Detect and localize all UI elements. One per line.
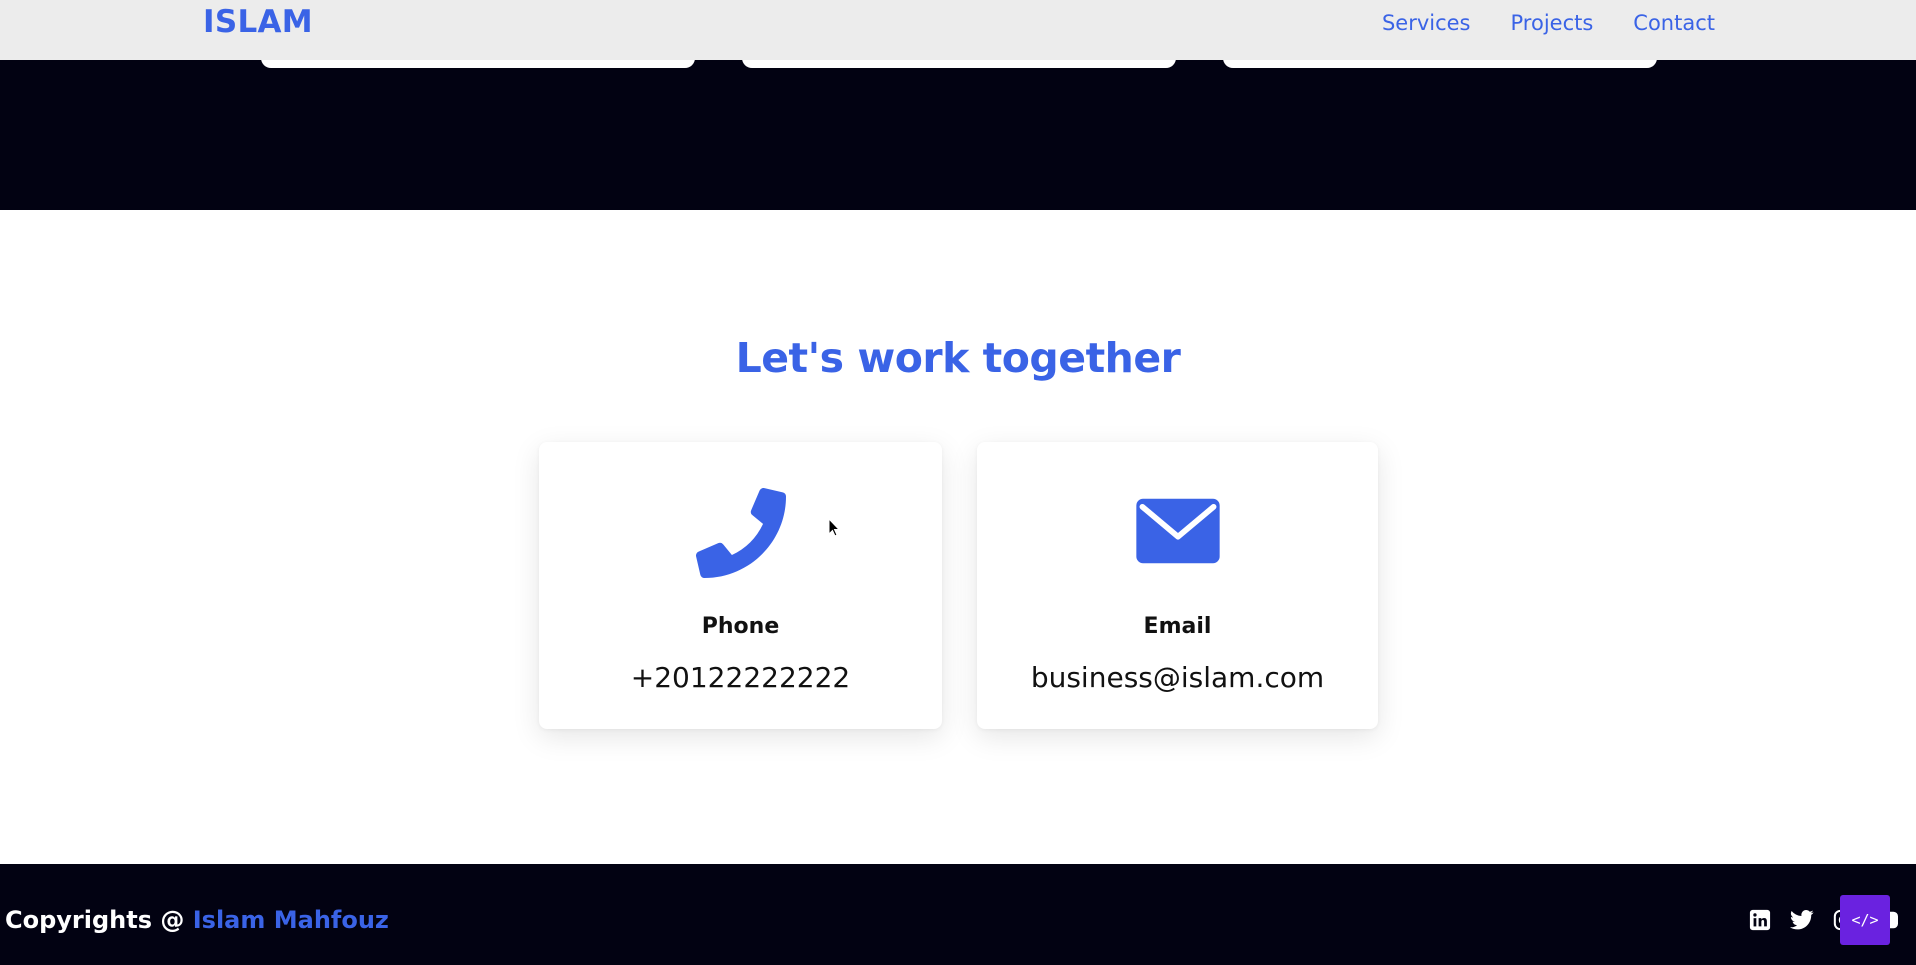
phone-icon — [539, 488, 942, 578]
contact-heading: Let's work together — [735, 334, 1181, 382]
copyright-text: Copyrights @ Islam Mahfouz — [5, 906, 389, 934]
contact-section: Let's work together Phone +20122222222 E… — [0, 210, 1916, 864]
mouse-cursor-icon — [828, 518, 840, 537]
phone-card: Phone +20122222222 — [539, 442, 942, 729]
email-card: Email business@islam.com — [977, 442, 1378, 729]
code-badge-icon: </> — [1840, 895, 1890, 945]
nav-link-contact[interactable]: Contact — [1633, 11, 1715, 35]
nav-link-services[interactable]: Services — [1382, 11, 1471, 35]
email-address[interactable]: business@islam.com — [977, 661, 1378, 694]
linkedin-icon[interactable] — [1748, 908, 1772, 932]
phone-number[interactable]: +20122222222 — [539, 661, 942, 694]
page: ISLAM Services Projects Contact Let's wo… — [0, 0, 1916, 965]
services-section-bottom — [0, 60, 1916, 210]
nav-link-projects[interactable]: Projects — [1511, 11, 1594, 35]
copyright-prefix: Copyrights @ — [5, 906, 193, 934]
main-nav: Services Projects Contact — [1382, 11, 1715, 35]
copyright-owner[interactable]: Islam Mahfouz — [193, 906, 389, 934]
top-navbar: ISLAM Services Projects Contact — [0, 0, 1916, 60]
phone-label: Phone — [701, 614, 780, 639]
footer: Copyrights @ Islam Mahfouz — [0, 864, 1916, 965]
twitter-icon[interactable] — [1790, 908, 1814, 932]
email-label: Email — [1143, 614, 1212, 639]
envelope-icon — [977, 488, 1378, 578]
site-logo[interactable]: ISLAM — [203, 4, 313, 40]
